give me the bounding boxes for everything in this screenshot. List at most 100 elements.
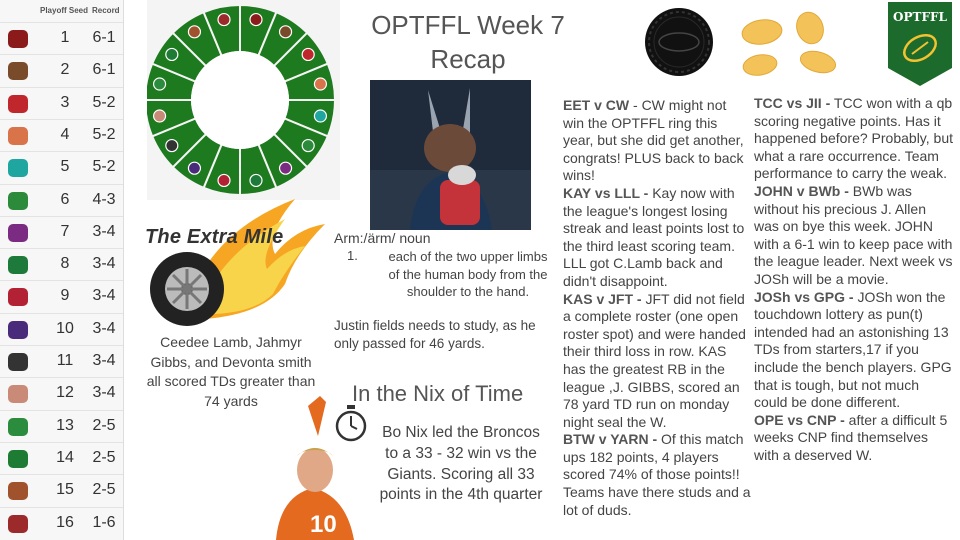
standings-table: Playoff Seed Record 1 6-1 2 6-1 3 5-2 4 5-2 5 5-2…: [0, 0, 124, 540]
title-line-1: OPTFFL Week 7: [371, 10, 565, 40]
record-value: 4-3: [92, 190, 116, 208]
seed-value: 10: [56, 319, 74, 337]
flag-icon: [8, 94, 28, 113]
team-helmet-icon: [152, 77, 167, 91]
title-line-2: Recap: [430, 44, 506, 74]
matchup-label: EET v CW: [563, 97, 630, 113]
team-helmet-icon: [165, 138, 179, 153]
standings-row: 10 3-4: [0, 312, 123, 346]
seed-value: 9: [60, 287, 70, 305]
standings-row: 14 2-5: [0, 441, 123, 475]
team-helmet-icon: [217, 173, 231, 188]
helmet-icon: [8, 256, 28, 275]
definition-body: each of the two upper limbs of the human…: [388, 249, 548, 299]
standings-row: 6 4-3: [0, 183, 123, 217]
nix-text: Bo Nix led the Broncos to a 33 - 32 win …: [379, 424, 543, 504]
recap-ope-cnp: OPE vs CNP - after a difficult 5 weeks C…: [754, 412, 954, 465]
seed-header: Playoff Seed: [40, 6, 89, 15]
matchup-label: BTW v YARN -: [563, 431, 658, 448]
matchup-label: JOSh vs GPG -: [754, 288, 854, 305]
helmet-icon: [8, 288, 28, 307]
record-value: 3-4: [92, 319, 116, 337]
standings-row: 12 3-4: [0, 377, 123, 410]
player-bunny-ears-photo: [370, 80, 531, 230]
matchup-label: KAY vs LLL -: [563, 184, 649, 201]
team-wheel: [143, 0, 340, 200]
team-helmet-icon: [217, 12, 231, 27]
pirate-icon: [8, 30, 28, 48]
standings-row: 7 3-4: [0, 215, 123, 249]
jersey-icon: [8, 449, 28, 468]
recap-josh-gpg: JOSh vs GPG - JOSh won the touchdown lot…: [754, 289, 954, 412]
record-value: 3-4: [92, 222, 116, 240]
seed-value: 7: [60, 222, 70, 240]
record-value: 3-4: [92, 352, 116, 369]
optffl-logo: OPTFFL: [888, 2, 952, 86]
standings-row: 5 5-2: [0, 151, 123, 184]
helmet-icon: [8, 320, 28, 339]
standings-row: 9 3-4: [0, 280, 123, 313]
standings-row: 15 2-5: [0, 474, 123, 507]
team-helmet-icon: [301, 138, 315, 153]
cup-icon: [8, 482, 28, 501]
nix-title: In the Nix of Time: [352, 381, 524, 406]
seed-value: 13: [56, 416, 74, 434]
standings-row: 13 2-5: [0, 409, 123, 443]
recap-column-middle: EET v CW - CW might not win the OPTFFL r…: [563, 97, 751, 519]
record-value: 2-5: [92, 416, 116, 434]
standings-row: 1 6-1: [0, 22, 123, 55]
standings-row: 3 5-2: [0, 86, 123, 120]
team-helmet-icon: [301, 47, 315, 62]
seed-value: 14: [56, 448, 74, 466]
team-wheel-icon: [143, 3, 337, 197]
recap-btw-yarn: BTW v YARN - Of this match ups 182 point…: [563, 431, 751, 519]
team-helmet-icon: [313, 109, 328, 123]
hotdog-icon: [8, 126, 28, 145]
team-helmet-icon: [249, 173, 263, 188]
team-helmet-icon: [187, 161, 202, 175]
helmet-icon: [8, 191, 28, 210]
matchup-label: KAS v JFT -: [563, 290, 642, 307]
recap-tcc-jii: TCC vs JII - TCC won with a qb scoring n…: [754, 95, 954, 183]
team-helmet-icon: [152, 109, 167, 123]
record-value: 1-6: [92, 513, 116, 531]
recap-john-bwb: JOHN v BWb - BWb was without his preciou…: [754, 183, 954, 289]
seed-value: 5: [60, 158, 70, 176]
seed-value: 8: [60, 255, 70, 273]
flaming-tire-icon: [150, 199, 325, 326]
standings-row: 11 3-4: [0, 345, 123, 378]
team-helmet-icon: [313, 77, 328, 91]
referee-icon: [8, 353, 28, 371]
record-value: 2-5: [92, 481, 116, 499]
seed-value: 4: [60, 125, 70, 143]
seed-value: 11: [56, 352, 74, 369]
matchup-label: JOHN v BWb -: [754, 182, 849, 199]
arm-note: Justin fields needs to study, as he only…: [334, 318, 536, 351]
oreo-cookie-icon: [645, 8, 713, 76]
standings-row: 4 5-2: [0, 118, 123, 152]
record-value: 5-2: [92, 125, 116, 143]
matchup-text: JOSh won the touchdown lottery as pun(t)…: [754, 288, 952, 411]
record-value: 2-5: [92, 448, 116, 466]
recap-kay-lll: KAY vs LLL - Kay now with the league's l…: [563, 185, 751, 291]
record-value: 6-1: [92, 29, 116, 46]
teal-helmet-icon: [8, 159, 28, 178]
record-value: 5-2: [92, 93, 116, 111]
recap-eet-cw: EET v CW - CW might not win the OPTFFL r…: [563, 97, 751, 185]
seed-value: 15: [56, 481, 74, 499]
team-helmet-icon: [278, 161, 293, 175]
seed-value: 12: [56, 384, 74, 402]
helmet-icon: [8, 514, 28, 533]
potato-chips-icon: [741, 11, 837, 76]
logo-text: OPTFFL: [893, 10, 947, 24]
player-icon: [8, 417, 28, 436]
seed-value: 1: [60, 29, 70, 46]
standings-row: 2 6-1: [0, 54, 123, 87]
recap-kas-jft: KAS v JFT - JFT did not field a complete…: [563, 291, 751, 432]
chef-icon: [8, 385, 28, 404]
matchup-label: OPE vs CNP -: [754, 411, 845, 428]
team-helmet-icon: [187, 25, 202, 39]
matchup-label: TCC vs JII -: [754, 95, 831, 111]
seed-value: 2: [60, 61, 70, 79]
record-header: Record: [92, 6, 120, 15]
